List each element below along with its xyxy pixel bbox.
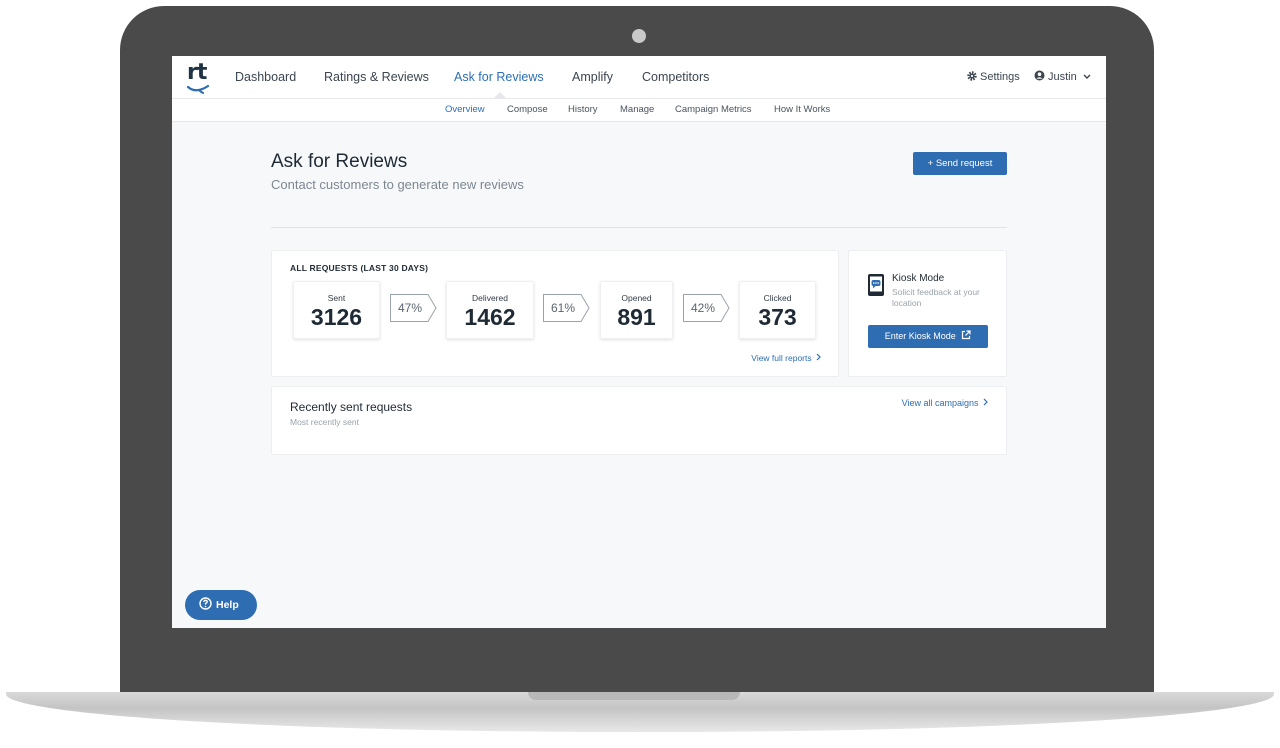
recent-requests-subtitle: Most recently sent [290,417,359,427]
recent-requests-card: Recently sent requests Most recently sen… [271,386,1007,455]
user-menu[interactable]: Justin [1034,70,1091,83]
app-screen: rt Dashboard Ratings & Reviews Ask for R… [172,56,1106,628]
subnav-overview[interactable]: Overview [445,104,485,115]
nav-dashboard[interactable]: Dashboard [235,70,296,84]
subnav-compose[interactable]: Compose [507,104,548,115]
rate-delivered-to-opened: 61% [543,294,591,322]
nav-ask-for-reviews[interactable]: Ask for Reviews [454,70,544,84]
user-circle-icon [1034,70,1045,81]
stat-label: Delivered [472,293,508,303]
help-label: Help [216,599,239,611]
settings-link[interactable]: Settings [966,70,1020,83]
subnav-history[interactable]: History [568,104,598,115]
chevron-down-icon [1083,74,1091,79]
stat-value: 891 [617,304,656,330]
nav-ratings-reviews[interactable]: Ratings & Reviews [324,70,429,84]
brand-logo[interactable]: rt [186,60,212,94]
logo-swoosh-icon [186,84,210,94]
chevron-right-icon [983,398,988,406]
stats-heading: ALL REQUESTS (LAST 30 DAYS) [290,263,429,273]
stat-label: Sent [327,293,346,303]
nav-amplify[interactable]: Amplify [572,70,613,84]
view-full-reports-link[interactable]: View full reports [751,353,822,363]
stat-clicked: Clicked 373 [739,281,816,339]
kiosk-description: Solicit feedback at your location [892,287,980,308]
enter-kiosk-mode-button[interactable]: Enter Kiosk Mode [868,325,988,348]
settings-label: Settings [980,71,1020,83]
tablet-chat-icon [868,274,884,296]
external-link-icon [962,330,971,340]
requests-stats-card: ALL REQUESTS (LAST 30 DAYS) Sent 3126 47… [271,250,839,377]
view-all-campaigns-link[interactable]: View all campaigns [902,398,989,408]
question-circle-icon [199,597,212,610]
kiosk-button-label: Enter Kiosk Mode [884,331,956,341]
rate-value: 47% [397,301,423,315]
stat-label: Opened [621,293,652,303]
rate-opened-to-clicked: 42% [683,294,731,322]
chevron-right-icon [816,353,821,361]
nav-competitors[interactable]: Competitors [642,70,709,84]
gear-icon [967,71,977,81]
stat-value: 3126 [310,304,363,330]
view-reports-label: View full reports [751,353,812,363]
page-title: Ask for Reviews [271,151,408,172]
stat-delivered: Delivered 1462 [446,281,534,339]
stat-value: 373 [758,304,797,330]
send-request-button[interactable]: + Send request [913,152,1007,175]
logo-text: rt [187,60,207,85]
rate-value: 42% [690,301,716,315]
subnav-campaign-metrics[interactable]: Campaign Metrics [675,104,752,115]
rate-value: 61% [550,301,576,315]
subnav-how-it-works[interactable]: How It Works [774,104,830,115]
laptop-notch [528,692,740,700]
kiosk-title: Kiosk Mode [892,273,945,284]
kiosk-mode-card: Kiosk Mode Solicit feedback at your loca… [848,250,1007,377]
stat-sent: Sent 3126 [293,281,380,339]
stat-opened: Opened 891 [600,281,673,339]
top-navigation: rt Dashboard Ratings & Reviews Ask for R… [172,56,1106,99]
webcam [632,29,646,43]
header-divider [271,227,1007,228]
stat-label: Clicked [763,293,792,303]
rate-sent-to-delivered: 47% [390,294,438,322]
recent-requests-title: Recently sent requests [290,400,413,414]
stat-value: 1462 [464,304,516,330]
subnav-manage[interactable]: Manage [620,104,654,115]
user-name: Justin [1048,71,1077,83]
sub-navigation: Overview Compose History Manage Campaign… [172,99,1106,122]
page-subtitle: Contact customers to generate new review… [271,177,524,192]
view-campaigns-label: View all campaigns [901,398,979,408]
help-button[interactable]: Help [185,590,257,620]
active-nav-caret [494,92,506,98]
